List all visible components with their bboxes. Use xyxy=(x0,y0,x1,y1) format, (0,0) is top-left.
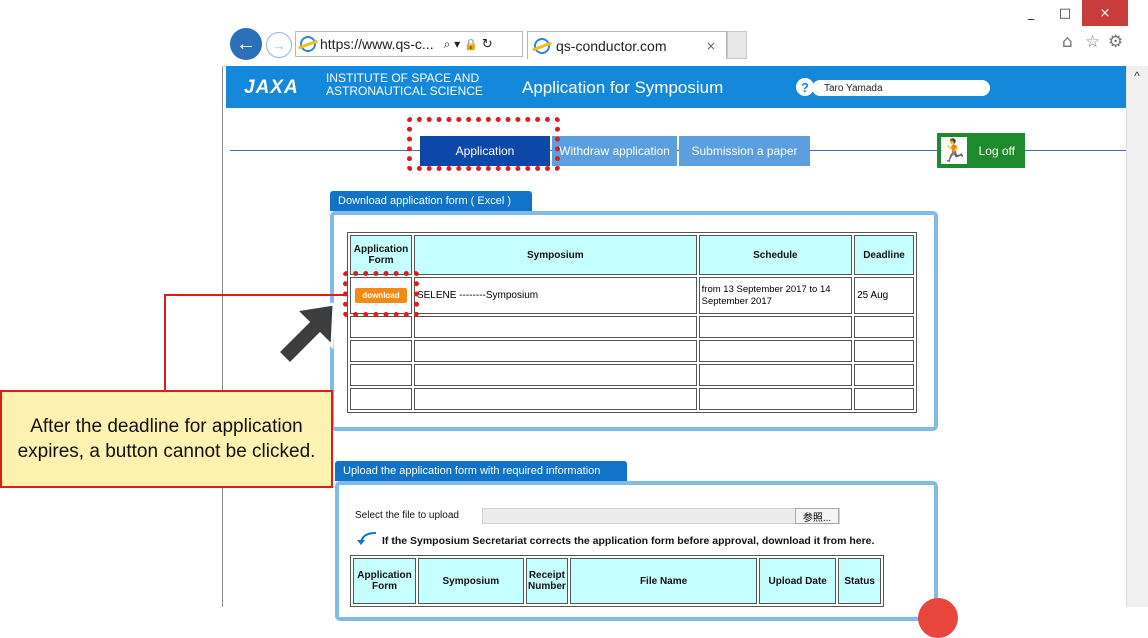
schedule-cell: from 13 September 2017 to 14 September 2… xyxy=(698,277,853,314)
symposium-cell: SELENE --------Symposium xyxy=(413,277,697,314)
window-close-button[interactable]: × xyxy=(1082,0,1128,26)
tab-title: qs-conductor.com xyxy=(556,37,667,54)
tab-close-icon[interactable]: × xyxy=(706,39,716,53)
col-application-form: Application Form xyxy=(350,235,412,275)
institute-line-2: ASTRONAUTICAL SCIENCE xyxy=(326,84,483,98)
col-upload-date: Upload Date xyxy=(759,558,837,604)
back-arrow-icon: ← xyxy=(236,32,256,55)
maximize-button[interactable]: □ xyxy=(1048,0,1082,26)
new-tab-button[interactable] xyxy=(727,31,747,59)
table-row xyxy=(350,316,914,338)
exit-icon: 🏃 xyxy=(939,135,969,166)
download-panel-tab: Download application form ( Excel ) xyxy=(330,191,532,211)
col-deadline: Deadline xyxy=(854,235,914,275)
institute-name: INSTITUTE OF SPACE AND ASTRONAUTICAL SCI… xyxy=(326,72,483,98)
file-path-input[interactable] xyxy=(482,508,840,524)
browser-tab[interactable]: qs-conductor.com × xyxy=(527,31,727,59)
correction-note: If the Symposium Secretariat corrects th… xyxy=(382,535,875,547)
tab-submission-paper[interactable]: Submission a paper xyxy=(679,136,810,166)
select-file-label: Select the file to upload xyxy=(355,510,459,521)
callout-leader-h xyxy=(164,294,348,296)
tab-withdraw-application[interactable]: Withdraw application xyxy=(552,136,677,166)
back-button[interactable]: ← xyxy=(230,28,262,60)
download-table: Application Form Symposium Schedule Dead… xyxy=(347,232,917,413)
cursor-arrow-icon xyxy=(275,302,336,367)
minimize-button[interactable]: _ xyxy=(1014,0,1048,26)
callout-leader-v xyxy=(164,294,166,390)
search-icon[interactable]: ⌕ ▾ xyxy=(444,37,461,52)
forward-arrow-icon: → xyxy=(272,37,286,53)
forward-button[interactable]: → xyxy=(266,32,292,58)
scroll-up-icon[interactable]: ^ xyxy=(1126,66,1148,86)
table-row xyxy=(350,388,914,410)
url-text: https://www.qs-c... xyxy=(320,36,434,52)
highlight-download-button xyxy=(343,271,419,317)
refresh-icon[interactable]: ↻ xyxy=(482,37,493,52)
col-schedule: Schedule xyxy=(698,235,853,275)
curved-arrow-icon xyxy=(357,532,377,545)
tab-ie-icon xyxy=(534,37,550,54)
col-file-name: File Name xyxy=(570,558,758,604)
user-name-field: Taro Yamada xyxy=(812,80,990,96)
floating-action-button[interactable] xyxy=(918,598,958,638)
table-row: download SELENE --------Symposium from 1… xyxy=(350,277,914,314)
deadline-cell: 25 Aug xyxy=(854,277,914,314)
col-receipt-number: Receipt Number xyxy=(525,558,569,604)
scrollbar[interactable] xyxy=(1126,66,1148,607)
lock-icon: 🔒 xyxy=(464,37,478,51)
settings-gear-icon[interactable]: ⚙ xyxy=(1108,32,1123,52)
upload-panel-tab: Upload the application form with require… xyxy=(335,461,627,481)
table-row xyxy=(350,364,914,386)
browse-button[interactable]: 参照... xyxy=(795,508,839,524)
col-application-form: Application Form xyxy=(353,558,416,604)
highlight-application-tab xyxy=(407,117,560,171)
ie-icon xyxy=(300,36,316,52)
col-symposium: Symposium xyxy=(413,235,697,275)
col-symposium: Symposium xyxy=(417,558,524,604)
address-bar[interactable]: https://www.qs-c... ⌕ ▾ 🔒 ↻ xyxy=(295,31,523,57)
callout-text: After the deadline for application expir… xyxy=(17,416,316,462)
col-status: Status xyxy=(838,558,881,604)
page-title: Application for Symposium xyxy=(522,78,724,97)
favorites-star-icon[interactable]: ☆ xyxy=(1085,32,1100,52)
home-icon[interactable]: ⌂ xyxy=(1062,32,1073,52)
deadline-callout: After the deadline for application expir… xyxy=(0,390,333,488)
jaxa-logo: JAXA xyxy=(244,77,299,98)
upload-table: Application Form Symposium Receipt Numbe… xyxy=(350,555,884,607)
table-row xyxy=(350,340,914,362)
